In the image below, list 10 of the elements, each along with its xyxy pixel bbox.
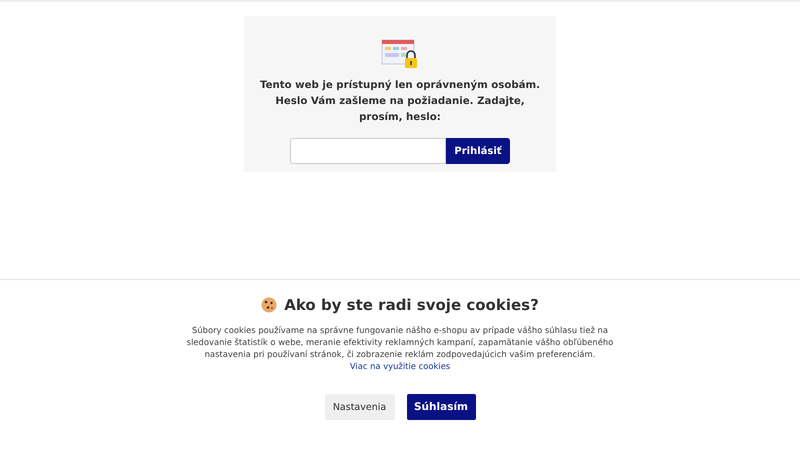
locked-page-icon <box>381 39 419 69</box>
access-message: Tento web je prístupný len oprávneným osobám. Heslo Vám zašleme na požiadanie. Zadajte, prosím, heslo: <box>259 78 541 125</box>
cookie-icon <box>261 297 278 313</box>
cookie-description: Súbory cookies používame na správne fungovanie nášho e-shopu av prípade vášho súhlasu tiež na sledovanie štatistík o webe, meranie efektivity reklamných kampaní, zapamätanie vášho obľúbeného nastavenia pri používaní stránok, či zobrazenie reklám zodpovedajúcich vašim preferenciám. Viac na využitie cookies <box>186 324 614 372</box>
settings-button[interactable]: Nastavenia <box>324 394 394 420</box>
accept-button[interactable]: Súhlasím <box>406 394 476 420</box>
login-button[interactable]: Prihlásiť <box>446 138 510 164</box>
cookie-title: Ako by ste radi svoje cookies? <box>284 296 539 314</box>
password-field[interactable] <box>290 138 446 164</box>
cookie-info-link[interactable]: Viac na využitie cookies <box>350 361 450 371</box>
